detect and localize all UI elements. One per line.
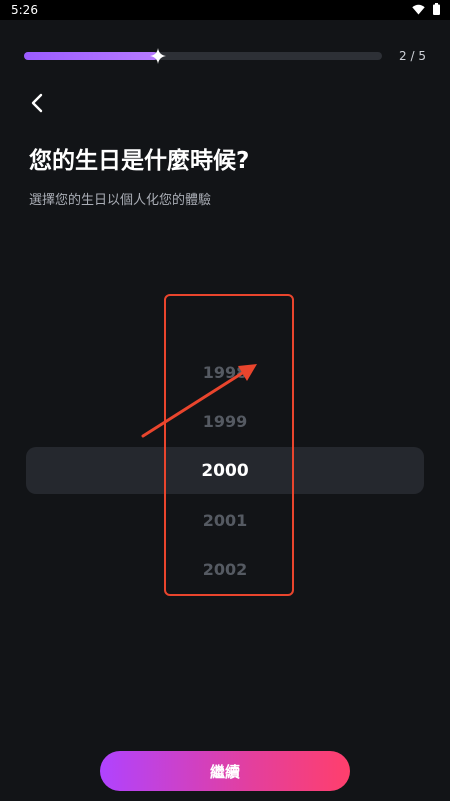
status-icons (412, 3, 440, 15)
chevron-left-icon (30, 93, 44, 117)
page-subtitle: 選擇您的生日以個人化您的體驗 (29, 193, 212, 208)
back-button[interactable] (24, 92, 50, 118)
wifi-icon (412, 4, 425, 15)
page-title: 您的生日是什麼時候? (29, 148, 250, 174)
progress-bar (24, 48, 382, 64)
sparkle-icon (150, 48, 167, 64)
birthday-screen: 5:26 2 / 5 您的生日是什麼時候? 選擇您的生日以個人化您的體驗 199… (0, 0, 450, 801)
annotation-highlight-box (164, 294, 294, 596)
status-time: 5:26 (11, 3, 38, 17)
continue-button[interactable]: 繼續 (100, 751, 350, 791)
progress-fill (24, 52, 159, 60)
status-bar: 5:26 (0, 0, 450, 20)
battery-icon (433, 3, 440, 15)
progress-step-label: 2 / 5 (399, 49, 426, 63)
